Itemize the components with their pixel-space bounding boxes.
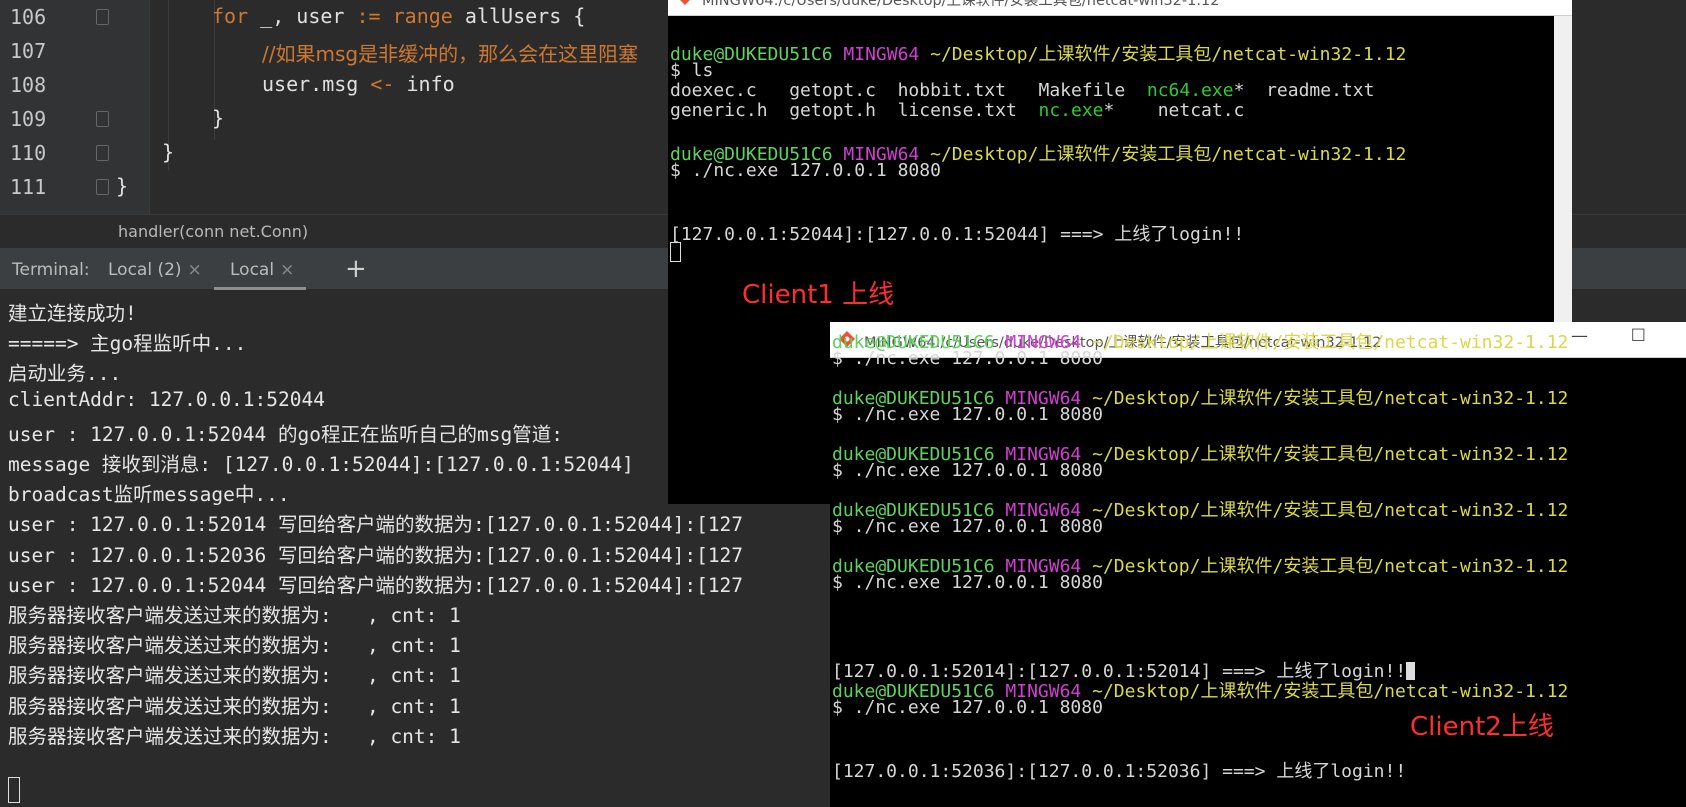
command-line: $ ./nc.exe 127.0.0.1 8080 xyxy=(832,404,1103,425)
code-text: for _, user := range allUsers { xyxy=(212,4,586,28)
close-icon[interactable]: × xyxy=(188,260,202,280)
breadcrumb-label: handler(conn net.Conn) xyxy=(118,222,309,241)
terminal-line: 服务器接收客户端发送过来的数据为: , cnt: 1 xyxy=(8,664,461,688)
terminal-line: 服务器接收客户端发送过来的数据为: , cnt: 1 xyxy=(8,724,461,748)
mintty-window-client2[interactable]: MINGW64:/c/Users/duke/Desktop/上课软件/安装工具包… xyxy=(830,322,1686,807)
terminal-title: Terminal: xyxy=(12,260,90,280)
command-line: $ ./nc.exe 127.0.0.1 8080 xyxy=(832,460,1103,481)
tab-label: Local xyxy=(230,260,275,280)
prompt-line: duke@DUKEDU51C6 MINGW64 ~/Desktop/上课软件/安… xyxy=(670,44,1407,65)
line-number: 108 xyxy=(10,73,47,97)
terminal-line: broadcast监听message中... xyxy=(8,483,290,507)
command-line: $ ./nc.exe 127.0.0.1 8080 xyxy=(832,516,1103,537)
maximize-icon[interactable]: ☐ xyxy=(1631,326,1646,346)
terminal-line: clientAddr: 127.0.0.1:52044 xyxy=(8,387,325,411)
close-icon[interactable]: ✕ xyxy=(1546,0,1560,4)
terminal-cursor xyxy=(8,777,20,803)
minimize-icon[interactable]: — xyxy=(1571,326,1588,346)
code-text: } xyxy=(116,174,129,198)
fold-marker-icon[interactable] xyxy=(96,145,109,161)
line-number: 107 xyxy=(10,39,47,63)
command-line: $ ls xyxy=(670,60,714,81)
tab-local[interactable]: Local × xyxy=(214,248,306,290)
code-text: user.msg <- info xyxy=(262,72,455,96)
code-text: } xyxy=(212,106,225,130)
window-titlebar[interactable]: MINGW64:/c/Users/duke/Desktop/上课软件/安装工具包… xyxy=(668,0,1572,16)
line-number: 111 xyxy=(10,175,47,199)
window-title: MINGW64:/c/Users/duke/Desktop/上课软件/安装工具包… xyxy=(702,0,1220,9)
ls-output-row: generic.h getopt.h license.txt nc.exe* n… xyxy=(670,100,1245,121)
terminal-line: 服务器接收客户端发送过来的数据为: , cnt: 1 xyxy=(8,694,461,718)
tab-local-2[interactable]: Local (2) × xyxy=(108,248,202,290)
annotation-client1: Client1 上线 xyxy=(742,280,895,310)
terminal-cursor xyxy=(670,242,681,262)
server-message: [127.0.0.1:52036]:[127.0.0.1:52036] ===>… xyxy=(832,761,1407,782)
line-number: 110 xyxy=(10,141,47,165)
command-line: $ ./nc.exe 127.0.0.1 8080 xyxy=(670,160,941,181)
annotation-client2: Client2上线 xyxy=(1410,712,1554,742)
fold-marker-icon[interactable] xyxy=(96,111,109,127)
fold-marker-icon[interactable] xyxy=(96,179,109,195)
close-icon[interactable]: × xyxy=(280,260,294,280)
terminal-line: 服务器接收客户端发送过来的数据为: , cnt: 1 xyxy=(8,604,461,627)
terminal-line: user : 127.0.0.1:52044 写回给客户端的数据为:[127.0… xyxy=(8,573,744,597)
terminal-line: user : 127.0.0.1:52036 写回给客户端的数据为:[127.0… xyxy=(8,543,744,567)
minimize-icon[interactable]: — xyxy=(1445,0,1462,4)
tab-label: Local (2) xyxy=(108,260,182,280)
command-line: $ ./nc.exe 127.0.0.1 8080 xyxy=(832,348,1103,369)
maximize-icon[interactable]: ☐ xyxy=(1497,0,1512,4)
terminal-line: =====> 主go程监听中... xyxy=(8,332,247,356)
server-message: [127.0.0.1:52044]:[127.0.0.1:52044] ===>… xyxy=(670,224,1245,245)
command-line: $ ./nc.exe 127.0.0.1 8080 xyxy=(832,697,1103,718)
ls-output-row: doexec.c getopt.c hobbit.txt Makefile nc… xyxy=(670,80,1375,101)
command-line: $ ./nc.exe 127.0.0.1 8080 xyxy=(832,572,1103,593)
line-number: 106 xyxy=(10,5,47,29)
line-number: 109 xyxy=(10,107,47,131)
terminal-line: user : 127.0.0.1:52044 的go程正在监听自己的msg管道: xyxy=(8,422,563,446)
code-text: } xyxy=(162,140,175,164)
terminal-line: message 接收到消息: [127.0.0.1:52044]:[127.0.… xyxy=(8,453,634,476)
add-tab-icon[interactable]: + xyxy=(345,254,367,284)
terminal-line: 服务器接收客户端发送过来的数据为: , cnt: 1 xyxy=(8,634,461,658)
code-text: //如果msg是非缓冲的，那么会在这里阻塞 xyxy=(262,42,639,66)
git-logo-icon xyxy=(680,0,690,5)
terminal-line: 建立连接成功! xyxy=(8,302,137,325)
terminal-line: user : 127.0.0.1:52014 写回给客户端的数据为:[127.0… xyxy=(8,513,744,537)
terminal-line: 启动业务... xyxy=(8,362,122,386)
fold-marker-icon[interactable] xyxy=(96,9,109,25)
